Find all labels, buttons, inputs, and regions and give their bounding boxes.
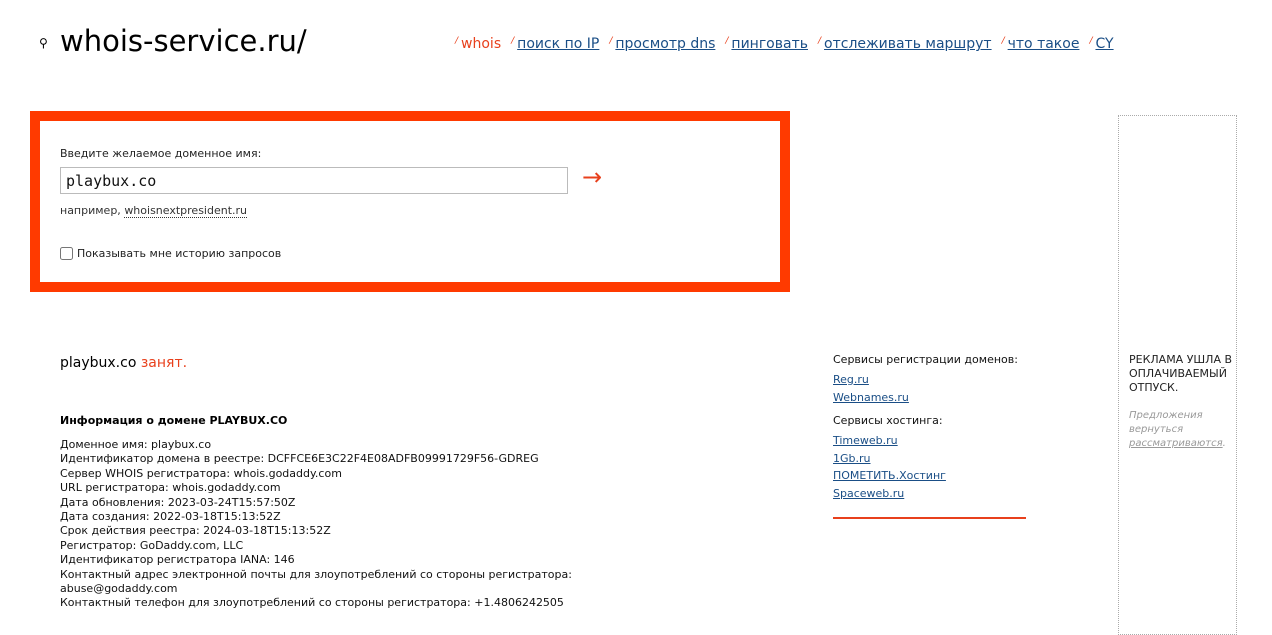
nav-link-whois[interactable]: whois	[461, 36, 501, 52]
service-link-reg-ru[interactable]: Reg.ru	[833, 373, 1027, 388]
history-label: Показывать мне историю запросов	[77, 247, 282, 260]
nav-item-dns[interactable]: / просмотр dns	[609, 36, 715, 52]
domain-search-form: Введите желаемое доменное имя: → наприме…	[30, 111, 790, 292]
history-toggle[interactable]: Показывать мне историю запросов	[58, 247, 281, 260]
service-link-webnames[interactable]: Webnames.ru	[833, 391, 1027, 406]
nav-item-traceroute[interactable]: / отслеживать маршрут	[818, 36, 992, 52]
whois-line: Доменное имя: playbux.co	[60, 438, 212, 451]
nav-link-traceroute[interactable]: отслеживать маршрут	[824, 36, 992, 52]
whois-line: Регистратор: GoDaddy.com, LLC	[60, 538, 244, 552]
nav-item-cy[interactable]: / CY	[1089, 36, 1113, 52]
domain-input[interactable]	[60, 167, 568, 194]
nav-separator: /	[1089, 36, 1093, 46]
ad-text: Предложения вернуться рассматриваются.	[1129, 409, 1233, 451]
status-taken: занят.	[140, 355, 188, 371]
example-hint: например, whoisnextpresident.ru	[60, 204, 248, 218]
history-checkbox[interactable]	[60, 247, 73, 260]
nav-separator: /	[725, 36, 729, 46]
whois-record: Доменное имя: playbux.co Идентификатор д…	[60, 438, 572, 611]
example-domain-link[interactable]: whoisnextpresident.ru	[124, 204, 248, 218]
nav-link-dns[interactable]: просмотр dns	[615, 36, 715, 52]
nav-link-cy[interactable]: CY	[1095, 36, 1113, 52]
whois-line: Идентификатор регистратора IANA: 146	[60, 553, 295, 567]
nav-separator: /	[817, 36, 822, 46]
whois-line: abuse@godaddy.com	[60, 582, 178, 596]
registration-services-heading: Сервисы регистрации доменов:	[833, 353, 1018, 366]
whois-line: Идентификатор домена в реестре: DCFFCE6E…	[60, 452, 539, 466]
whois-line: Контактный телефон для злоупотреблений с…	[60, 596, 564, 610]
nav-item-ip-search[interactable]: / поиск по IP	[511, 36, 599, 52]
services-sidebar: Сервисы регистрации доменов: Reg.ru Webn…	[833, 353, 1027, 519]
hosting-services-heading: Сервисы хостинга:	[833, 414, 943, 427]
service-link-spaceweb[interactable]: Spaceweb.ru	[833, 487, 1027, 502]
whois-line: Контактный адрес электронной почты для з…	[60, 567, 572, 581]
whois-line: Сервер WHOIS регистратора: whois.godaddy…	[60, 466, 342, 480]
nav-separator: /	[609, 36, 613, 46]
nav-link-what-is[interactable]: что такое	[1008, 36, 1080, 52]
whois-line: Дата обновления: 2023-03-24T15:57:50Z	[60, 495, 296, 509]
search-icon: ⚲	[39, 36, 48, 50]
nav-separator: /	[1001, 36, 1005, 46]
ad-text-prefix: Предложения вернуться	[1129, 410, 1203, 435]
nav-item-ping[interactable]: / пинговать	[725, 36, 808, 52]
service-link-1gb[interactable]: 1Gb.ru	[833, 452, 1027, 467]
nav-link-ip-search[interactable]: поиск по IP	[517, 36, 599, 52]
nav-link-ping[interactable]: пинговать	[731, 36, 808, 52]
ad-text-suffix: .	[1222, 438, 1226, 449]
ad-title: РЕКЛАМА УШЛА В ОПЛАЧИВАЕМЫЙ ОТПУСК.	[1129, 353, 1233, 394]
ad-panel: РЕКЛАМА УШЛА В ОПЛАЧИВАЕМЫЙ ОТПУСК. Пред…	[1118, 115, 1237, 635]
submit-arrow-button[interactable]: →	[582, 165, 602, 189]
domain-status: playbux.co занят.	[60, 355, 187, 371]
domain-info-title: Информация о домене PLAYBUX.CO	[60, 414, 288, 427]
result-domain: playbux.co	[60, 355, 137, 371]
nav-separator: /	[511, 36, 515, 46]
domain-input-label: Введите желаемое доменное имя:	[60, 147, 262, 160]
service-link-timeweb[interactable]: Timeweb.ru	[833, 434, 1027, 449]
example-prefix: например,	[60, 204, 121, 217]
service-link-pometit[interactable]: ПОМЕТИТЬ.Хостинг	[833, 469, 1027, 484]
services-divider	[833, 517, 1026, 519]
site-logo[interactable]: whois-service.ru/	[60, 24, 307, 58]
nav-item-whois[interactable]: / whois	[455, 36, 501, 52]
whois-line: Дата создания: 2022-03-18T15:13:52Z	[60, 510, 281, 524]
nav-item-what-is[interactable]: / что такое	[1002, 36, 1080, 52]
top-nav: / whois / поиск по IP / просмотр dns / п…	[455, 36, 1124, 52]
whois-line: URL регистратора: whois.godaddy.com	[60, 481, 281, 495]
whois-line: Срок действия реестра: 2024-03-18T15:13:…	[60, 524, 331, 538]
nav-separator: /	[455, 36, 459, 46]
ad-text-link[interactable]: рассматриваются	[1129, 438, 1223, 449]
